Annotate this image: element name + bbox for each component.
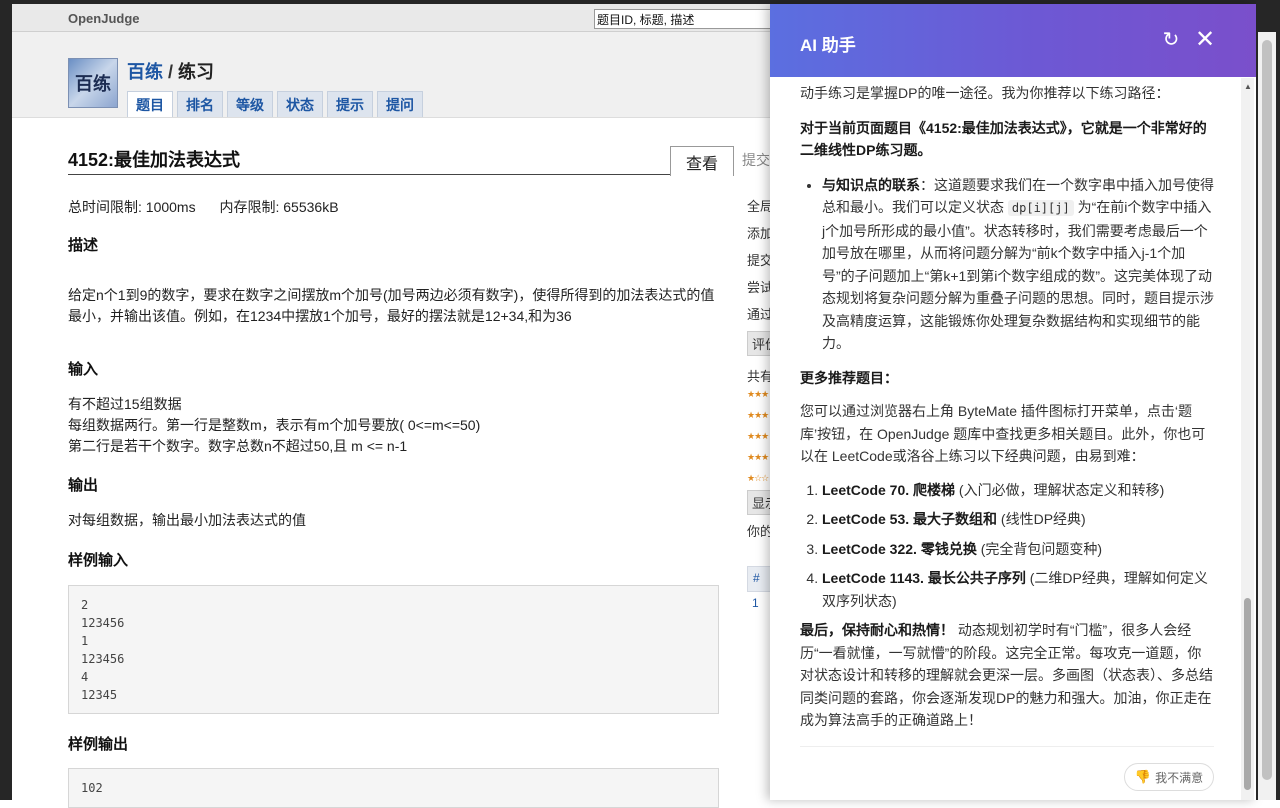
list-item: 与知识点的联系：这道题要求我们在一个数字串中插入加号使得总和最小。我们可以定义状… [822, 174, 1214, 355]
list-item: LeetCode 70. 爬楼梯 (入门必做，理解状态定义和转移) [822, 479, 1214, 502]
close-icon[interactable]: ✕ [1194, 28, 1216, 52]
sample-input-box[interactable]: 2 123456 1 123456 4 12345 [68, 585, 719, 714]
brand-name[interactable]: OpenJudge [68, 11, 140, 26]
breadcrumb: 百练 / 练习 [127, 58, 214, 84]
ai-intro: 动手练习是掌握DP的唯一途径。我为你推荐以下练习路径： [800, 85, 1170, 101]
memory-limit: 内存限制: 65536kB [219, 199, 339, 215]
inline-code: dp[i][j] [1007, 200, 1074, 216]
description-heading: 描述 [68, 237, 99, 254]
site-logo[interactable]: 百练 [68, 58, 118, 108]
search-input[interactable] [594, 9, 794, 29]
submit-tab[interactable]: 提交 [742, 150, 772, 174]
ai-response-body: 动手练习是掌握DP的唯一途径。我为你推荐以下练习路径： 对于当前页面题目《415… [800, 78, 1214, 800]
input-line: 第二行是若干个数字。数字总数n不超过50,且 m <= n-1 [68, 438, 408, 454]
bullet-text-b: 为“在前i个数字中插入j个加号所形成的最小值”。状态转移时，我们需要考虑最后一个… [822, 199, 1214, 351]
list-item: LeetCode 322. 零钱兑换 (完全背包问题变种) [822, 538, 1214, 561]
input-heading: 输入 [68, 361, 99, 378]
dislike-button[interactable]: 👎 我不满意 [1124, 763, 1214, 791]
description-text: 给定n个1到9的数字，要求在数字之间摆放m个加号(加号两边必须有数字)，使得所得… [68, 287, 715, 324]
tab-questions[interactable]: 提问 [377, 91, 423, 117]
input-line: 每组数据两行。第一行是整数m，表示有m个加号要放( 0<=m<=50) [68, 417, 481, 433]
bullet-bold: 与知识点的联系 [822, 176, 920, 193]
logo-text: 百练 [75, 74, 111, 95]
input-line: 有不超过15组数据 [68, 396, 182, 412]
dislike-label: 我不满意 [1155, 770, 1204, 785]
page-scrollbar-thumb[interactable] [1262, 40, 1272, 780]
window-frame-left [0, 0, 12, 800]
problem-title: 4152:最佳加法表达式 [68, 150, 241, 170]
time-limit: 总时间限制: 1000ms [68, 199, 196, 215]
final-bold: 最后，保持耐心和热情！ [800, 622, 954, 638]
title-divider [68, 174, 670, 175]
ai-scrollbar-thumb[interactable] [1244, 598, 1251, 790]
rating-stars-icon: ★★★ [747, 431, 769, 441]
scroll-up-icon[interactable]: ▲ [1244, 82, 1252, 91]
output-heading: 输出 [68, 477, 99, 494]
ai-recommend-list: LeetCode 70. 爬楼梯 (入门必做，理解状态定义和转移) LeetCo… [800, 479, 1214, 613]
thumbs-down-icon: 👎 [1134, 769, 1152, 784]
ai-current-problem: 对于当前页面题目《4152:最佳加法表达式》，它就是一个非常好的二维线性DP练习… [800, 117, 1214, 162]
output-text: 对每组数据，输出最小加法表达式的值 [68, 512, 306, 528]
rating-stars-icon: ★★★ [747, 410, 769, 420]
limits: 总时间限制: 1000ms 内存限制: 65536kB [68, 197, 359, 217]
more-heading-bold: 更多推荐题目： [800, 369, 898, 386]
list-item-bold: LeetCode 53. 最大子数组和 [822, 511, 998, 527]
ai-more-text: 您可以通过浏览器右上角 ByteMate 插件图标打开菜单，点击‘题库’按钮，在… [800, 403, 1206, 464]
list-item: LeetCode 53. 最大子数组和 (线性DP经典) [822, 508, 1214, 531]
refresh-icon[interactable]: ↻ [1160, 29, 1182, 51]
list-item: LeetCode 1143. 最长公共子序列 (二维DP经典，理解如何定义双序列… [822, 567, 1214, 612]
ai-bullet-list: 与知识点的联系：这道题要求我们在一个数字串中插入加号使得总和最小。我们可以定义状… [800, 174, 1214, 355]
rating-stars-icon: ★★★ [747, 452, 769, 462]
view-tab[interactable]: 查看 [670, 146, 734, 176]
input-text: 有不超过15组数据 每组数据两行。第一行是整数m，表示有m个加号要放( 0<=m… [68, 394, 723, 457]
sample-output-heading: 样例输出 [68, 736, 129, 753]
list-item-bold: LeetCode 322. 零钱兑换 [822, 540, 977, 557]
ai-panel-title: AI 助手 [800, 36, 856, 55]
ai-assistant-panel: AI 助手 ↻ ✕ 动手练习是掌握DP的唯一途径。我为你推荐以下练习路径： 对于… [770, 4, 1256, 800]
nav-tabs: 题目 排名 等级 状态 提示 提问 [127, 91, 423, 117]
rating-stars-icon: ★☆☆ [747, 473, 769, 483]
sample-input-heading: 样例输入 [68, 552, 129, 569]
list-item-bold: LeetCode 70. 爬楼梯 [822, 481, 956, 498]
ai-final-paragraph: 最后，保持耐心和热情！ 动态规划初学时有“门槛”，很多人会经历“一看就懂，一写就… [800, 619, 1214, 732]
ai-current-problem-bold: 对于当前页面题目《4152:最佳加法表达式》，它就是一个非常好的二维线性DP练习… [800, 119, 1207, 159]
breadcrumb-separator: / [168, 62, 174, 82]
sample-output-box[interactable]: 102 [68, 768, 719, 808]
breadcrumb-current: 练习 [178, 62, 215, 82]
tab-problems[interactable]: 题目 [127, 91, 173, 117]
ai-panel-header: AI 助手 ↻ ✕ [770, 4, 1256, 77]
ai-divider [800, 745, 1214, 747]
list-item-text: (线性DP经典) [997, 511, 1086, 527]
tab-status[interactable]: 状态 [277, 91, 323, 117]
list-item-text: (完全背包问题变种) [976, 540, 1103, 557]
list-item-bold: LeetCode 1143. 最长公共子序列 [822, 570, 1026, 586]
ai-more-heading: 更多推荐题目： [800, 367, 1214, 390]
breadcrumb-link-bailian[interactable]: 百练 [127, 62, 163, 82]
tab-ranking[interactable]: 排名 [177, 91, 223, 117]
list-item-text: (入门必做，理解状态定义和转移) [955, 481, 1165, 498]
tab-hints[interactable]: 提示 [327, 91, 373, 117]
tab-levels[interactable]: 等级 [227, 91, 273, 117]
rating-stars-icon: ★★★ [747, 389, 769, 399]
